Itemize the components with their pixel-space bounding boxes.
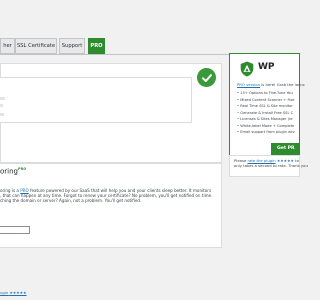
- rate-text: Please rate the plugin ★★★★★ to only tak…: [234, 158, 308, 168]
- feature-text: Mixed Content Scanner + Fixe: [240, 97, 295, 102]
- tab-pro[interactable]: PRO: [88, 38, 105, 54]
- feature-item: • Generate & Install Free SSL C: [237, 111, 293, 115]
- monitoring-title: oringPRO: [0, 167, 26, 175]
- check-bullet-icon: •: [237, 130, 240, 134]
- check-bullet-icon: •: [237, 110, 240, 115]
- pro-widget-title: WP: [258, 62, 275, 72]
- footer-link-text[interactable]: ugin: [0, 290, 8, 295]
- get-pro-button[interactable]: Get PR: [271, 143, 300, 155]
- tab-ssl-certificate[interactable]: SSL Certificate: [15, 38, 57, 54]
- feature-text: Real Time SSL & Site monitor: [240, 104, 293, 108]
- pro-badge: PRO: [18, 167, 27, 171]
- check-icon: [197, 68, 216, 87]
- status-line: [0, 97, 5, 100]
- monitoring-title-text: oring: [0, 167, 18, 176]
- status-details-box: [0, 77, 192, 123]
- feature-text: Licenses & Sites Manager (re: [240, 117, 293, 121]
- footer-rate-link[interactable]: ugin ★★★★★: [0, 290, 27, 295]
- check-bullet-icon: •: [237, 117, 240, 121]
- monitoring-description: oring is a PRO feature powered by our Sa…: [0, 188, 213, 204]
- monitoring-email-input[interactable]: [0, 226, 30, 234]
- feature-item: • Licenses & Sites Manager (re: [237, 117, 293, 121]
- feature-item: • White-label Mode + Complete: [237, 124, 294, 128]
- monitoring-card: [0, 163, 222, 248]
- feature-item: • Mixed Content Scanner + Fixe: [237, 98, 295, 102]
- tab-support[interactable]: Support: [59, 38, 85, 54]
- feature-text: Email support from plugin dev: [240, 130, 295, 134]
- rate-line2: only takes a second to rate. Thank you: [234, 163, 308, 168]
- feature-item: • Email support from plugin dev: [237, 130, 295, 134]
- feature-text: Generate & Install Free SSL C: [240, 110, 294, 115]
- feature-item: • 15+ Options to Fine-Tune You: [237, 91, 293, 95]
- feature-item: • Real Time SSL & Site monitor: [237, 104, 293, 108]
- status-line: [0, 104, 3, 107]
- check-bullet-icon: •: [237, 91, 240, 95]
- status-line: [0, 113, 4, 116]
- check-bullet-icon: •: [237, 97, 240, 102]
- pro-announcement: PRO version is here! Grab the launc: [237, 82, 305, 87]
- pro-announcement-text: is here! Grab the launc: [260, 82, 305, 87]
- footer-star-icon[interactable]: ★★★★★: [10, 290, 27, 295]
- tab-other[interactable]: her: [0, 38, 15, 54]
- pro-version-link[interactable]: PRO version: [237, 82, 260, 87]
- feature-text: 15+ Options to Fine-Tune You: [240, 91, 293, 95]
- feature-text: White-label Mode + Complete: [240, 123, 295, 128]
- check-bullet-icon: •: [237, 123, 240, 128]
- para-text: ching the domain or server? Again, not a…: [0, 198, 142, 204]
- check-bullet-icon: •: [237, 104, 240, 108]
- shield-logo-icon: [240, 61, 254, 81]
